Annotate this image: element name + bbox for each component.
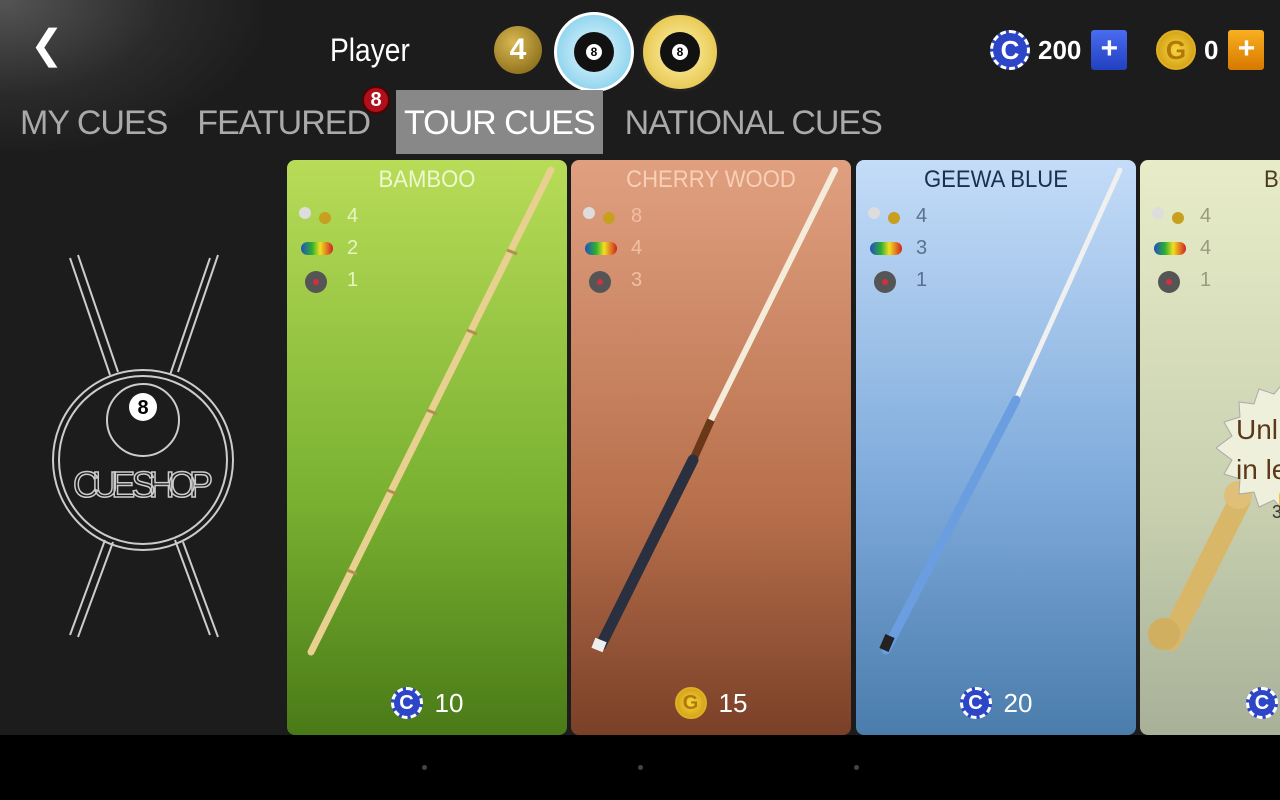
- coins-display: G 0 +: [1156, 30, 1265, 70]
- tab-featured[interactable]: FEATURED 8: [189, 86, 391, 154]
- g-coin-icon: G: [1156, 30, 1196, 70]
- price-value: 15: [718, 687, 748, 718]
- cue-shop-logo: 8 CUE SHOP: [52, 254, 234, 638]
- c-chip-icon: C: [959, 687, 992, 719]
- price-value: 20: [1003, 687, 1033, 718]
- coins-amount: 0: [1204, 34, 1219, 65]
- player-avatar[interactable]: 8: [554, 12, 634, 92]
- add-coins-button[interactable]: +: [1228, 30, 1265, 70]
- cue-card-cherry-wood[interactable]: CHERRY WOOD 8 4 3 G 15: [571, 160, 851, 735]
- notification-badge: 8: [362, 86, 391, 114]
- logo-ball-number: 8: [137, 397, 148, 419]
- level-star-number: 3: [1272, 502, 1280, 522]
- price: G 15: [571, 687, 851, 719]
- price-value: 10: [434, 687, 464, 718]
- unlock-line: in le: [1236, 454, 1280, 485]
- nav-dot[interactable]: [638, 765, 643, 770]
- tab-tour-cues[interactable]: TOUR CUES: [396, 90, 603, 154]
- unlock-line: Unl: [1236, 414, 1279, 445]
- cue-card-locked[interactable]: BO 4 4 1 Unlin le 3 C: [1140, 160, 1280, 735]
- nav-dot[interactable]: [422, 765, 427, 770]
- tab-label: FEATURED: [197, 104, 371, 142]
- cue-card-bamboo[interactable]: BAMBOO 4 2 1 C 10: [287, 160, 567, 735]
- level-badge: 4: [494, 26, 542, 74]
- back-button[interactable]: ❮: [30, 22, 64, 68]
- unlock-text: Unl in le: [1236, 410, 1280, 490]
- c-chip-icon: C: [390, 687, 423, 719]
- g-coin-icon: G: [674, 687, 707, 719]
- nav-dot[interactable]: [854, 765, 859, 770]
- tab-label: MY CUES: [20, 104, 168, 142]
- add-cash-button[interactable]: +: [1091, 30, 1128, 70]
- price: C 20: [856, 687, 1136, 719]
- c-chip-icon: C: [1246, 687, 1278, 719]
- system-nav-bar: [0, 735, 1280, 800]
- cash-display: C 200 +: [990, 30, 1128, 70]
- tab-bar: MY CUES FEATURED 8 TOUR CUES NATIONAL CUE…: [12, 86, 890, 154]
- player-name: Player: [330, 32, 410, 68]
- cash-amount: 200: [1038, 34, 1082, 65]
- c-chip-icon: C: [990, 30, 1030, 70]
- cue-card-geewa-blue[interactable]: GEEWA BLUE 4 3 1 C 20: [856, 160, 1136, 735]
- logo-text: CUE SHOP: [73, 464, 213, 505]
- bamboo-cue-image: [307, 166, 555, 656]
- price: C 10: [287, 687, 567, 719]
- tab-label: NATIONAL CUES: [624, 104, 883, 142]
- cherry-wood-cue-image: [591, 167, 838, 653]
- tab-my-cues[interactable]: MY CUES: [12, 90, 175, 154]
- chevron-left-icon: ❮: [30, 23, 64, 67]
- tab-label: TOUR CUES: [404, 104, 596, 142]
- tab-national-cues[interactable]: NATIONAL CUES: [617, 90, 890, 154]
- geewa-blue-cue-image: [879, 167, 1123, 655]
- opponent-avatar[interactable]: 8: [640, 12, 720, 92]
